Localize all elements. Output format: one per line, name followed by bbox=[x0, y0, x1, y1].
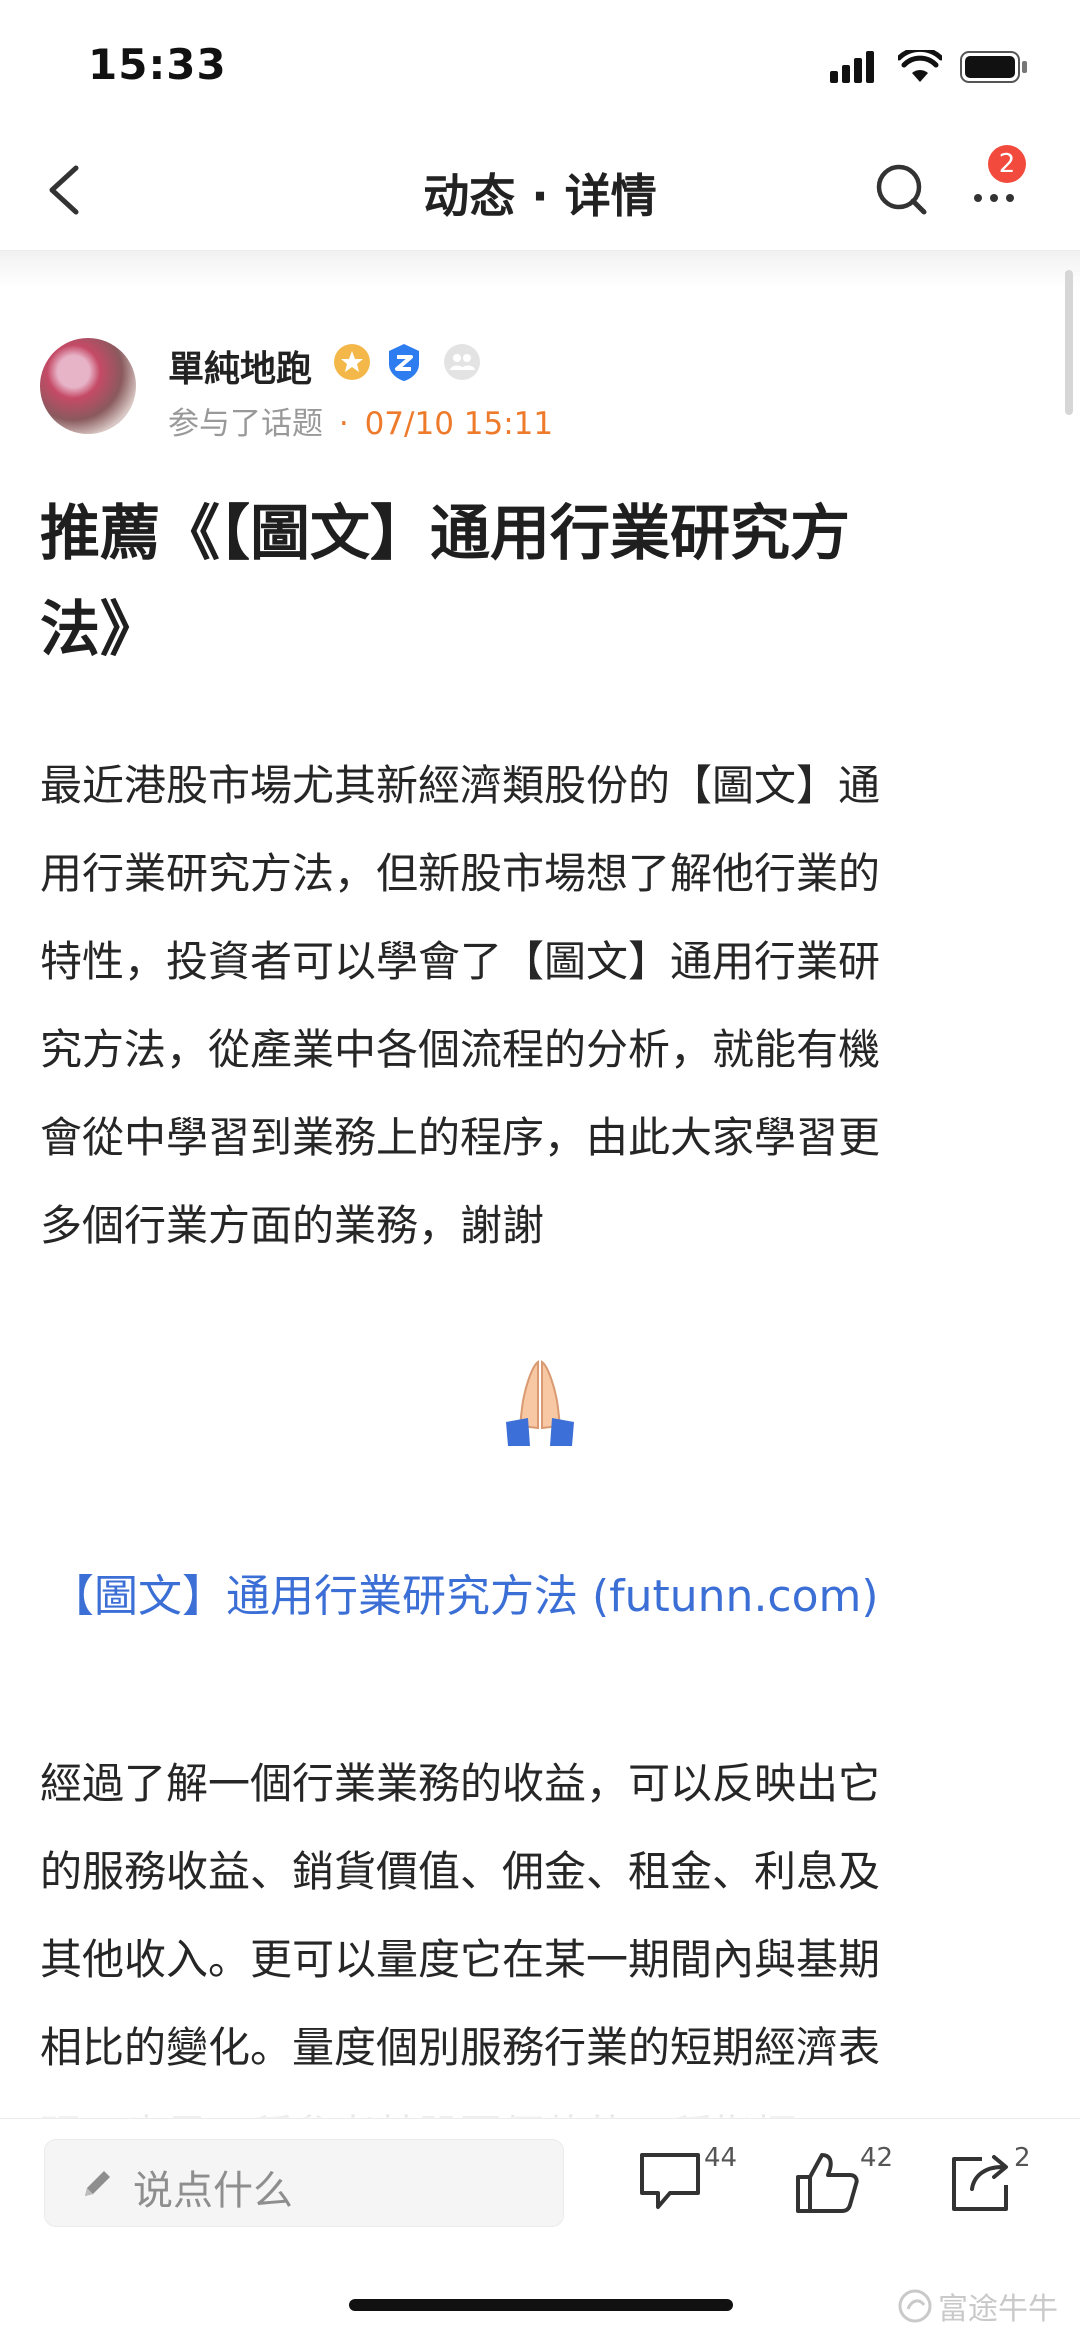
post-title: 推薦《【圖文】通用行業研究方 法》 bbox=[40, 486, 1040, 678]
comment-icon[interactable] bbox=[636, 2149, 706, 2215]
post-meta: 参与了话题 · 07/10 15:11 bbox=[168, 398, 553, 443]
follow-icon[interactable] bbox=[442, 342, 482, 382]
comment-input[interactable]: 说点什么 bbox=[44, 2139, 564, 2227]
author-name[interactable]: 單純地跑 bbox=[168, 340, 312, 392]
content-fade bbox=[0, 2080, 1080, 2120]
battery-icon bbox=[960, 51, 1027, 83]
nav-shadow bbox=[0, 251, 1080, 287]
comment-placeholder: 说点什么 bbox=[133, 2168, 293, 2214]
status-bar: 15:33 bbox=[0, 0, 1080, 130]
status-time: 15:33 bbox=[88, 40, 227, 89]
post-link[interactable]: 【圖文】通用行業研究方法 (futunn.com) bbox=[50, 1560, 879, 1624]
share-count: 2 bbox=[1014, 2143, 1031, 2173]
post-title-line-1: 推薦《【圖文】通用行業研究方 bbox=[40, 499, 850, 569]
scrollbar[interactable] bbox=[1065, 270, 1073, 415]
search-icon[interactable] bbox=[872, 160, 932, 220]
verified-gold-icon bbox=[334, 344, 370, 380]
meta-text: 参与了话题 bbox=[168, 406, 323, 442]
home-indicator[interactable] bbox=[349, 2299, 733, 2311]
like-count: 42 bbox=[860, 2143, 894, 2173]
verified-blue-icon bbox=[389, 344, 419, 381]
futu-logo-icon bbox=[898, 2289, 932, 2323]
post-date: 07/10 15:11 bbox=[364, 406, 554, 442]
author-badges bbox=[332, 342, 482, 382]
notification-badge: 2 bbox=[988, 145, 1026, 183]
status-icons bbox=[830, 50, 1028, 84]
signal-icon bbox=[830, 51, 874, 83]
pencil-icon bbox=[85, 2171, 110, 2196]
like-icon[interactable] bbox=[792, 2149, 862, 2215]
post-paragraph-1: 最近港股市場尤其新經濟類股份的【圖文】通 用行業研究方法，但新股市場想了解他行業… bbox=[40, 761, 881, 1250]
avatar[interactable] bbox=[40, 338, 136, 434]
wifi-icon bbox=[898, 50, 942, 82]
nav-bar: 动态 · 详情 bbox=[0, 130, 1080, 251]
watermark-text: 富途牛牛 bbox=[938, 2292, 1058, 2327]
comment-count: 44 bbox=[704, 2143, 738, 2173]
share-icon[interactable] bbox=[946, 2149, 1016, 2215]
meta-dot: · bbox=[338, 406, 349, 442]
watermark: 富途牛牛 bbox=[898, 2284, 1058, 2328]
post-title-line-2: 法》 bbox=[40, 595, 160, 665]
pray-emoji-icon bbox=[506, 1360, 574, 1446]
